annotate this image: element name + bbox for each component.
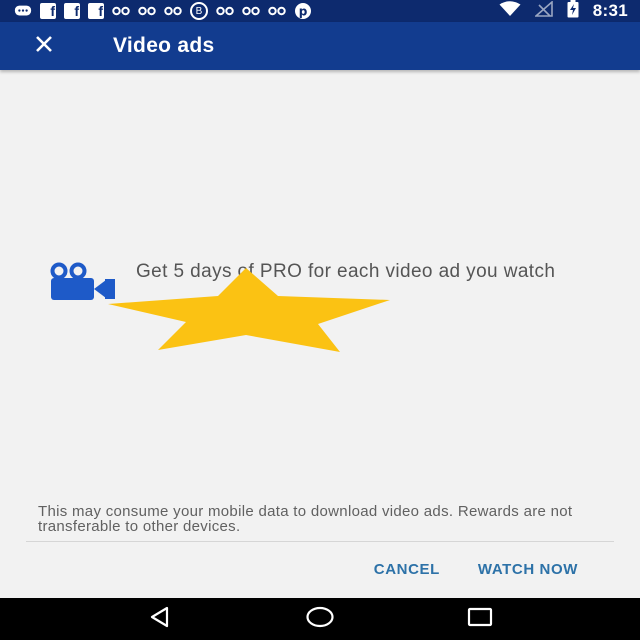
facebook-icon: f [40, 3, 56, 19]
clock-time: 8:31 [592, 1, 628, 20]
notification-icons: f f f B p [0, 2, 499, 20]
close-icon [35, 35, 53, 58]
video-link-icon [164, 4, 182, 18]
recents-button[interactable] [460, 599, 500, 639]
divider [26, 541, 614, 542]
navigation-bar [0, 598, 640, 640]
wifi-icon [499, 0, 521, 22]
video-link-icon [268, 4, 286, 18]
back-icon [148, 605, 172, 634]
page-title: Video ads [113, 34, 215, 57]
home-button[interactable] [300, 599, 340, 639]
facebook-icon: f [88, 3, 104, 19]
star-overlay [108, 268, 390, 352]
app-bar: Video ads [0, 22, 640, 70]
recents-icon [467, 606, 493, 633]
svg-text:p: p [299, 5, 308, 19]
bold-b-icon: B [190, 2, 208, 20]
close-button[interactable] [24, 26, 64, 66]
dialog-actions: CANCEL WATCH NOW [374, 560, 578, 580]
back-button[interactable] [140, 599, 180, 639]
battery-charging-icon [567, 0, 579, 23]
video-link-icon [112, 4, 130, 18]
video-link-icon [138, 4, 156, 18]
data-usage-disclaimer: This may consume your mobile data to dow… [38, 503, 573, 535]
system-icons: 8:31 [499, 0, 640, 23]
screen: f f f B p 8:31 Video ads Get 5 days of P… [0, 0, 640, 640]
home-icon [305, 605, 335, 634]
video-link-icon [216, 4, 234, 18]
cancel-button[interactable]: CANCEL [374, 560, 440, 580]
signal-icon [533, 0, 553, 22]
video-link-icon [242, 4, 260, 18]
status-bar: f f f B p 8:31 [0, 0, 640, 22]
pinterest-icon: p [294, 3, 312, 19]
watch-now-button[interactable]: WATCH NOW [478, 560, 578, 580]
facebook-icon: f [64, 3, 80, 19]
chat-bubble-icon [14, 4, 32, 18]
